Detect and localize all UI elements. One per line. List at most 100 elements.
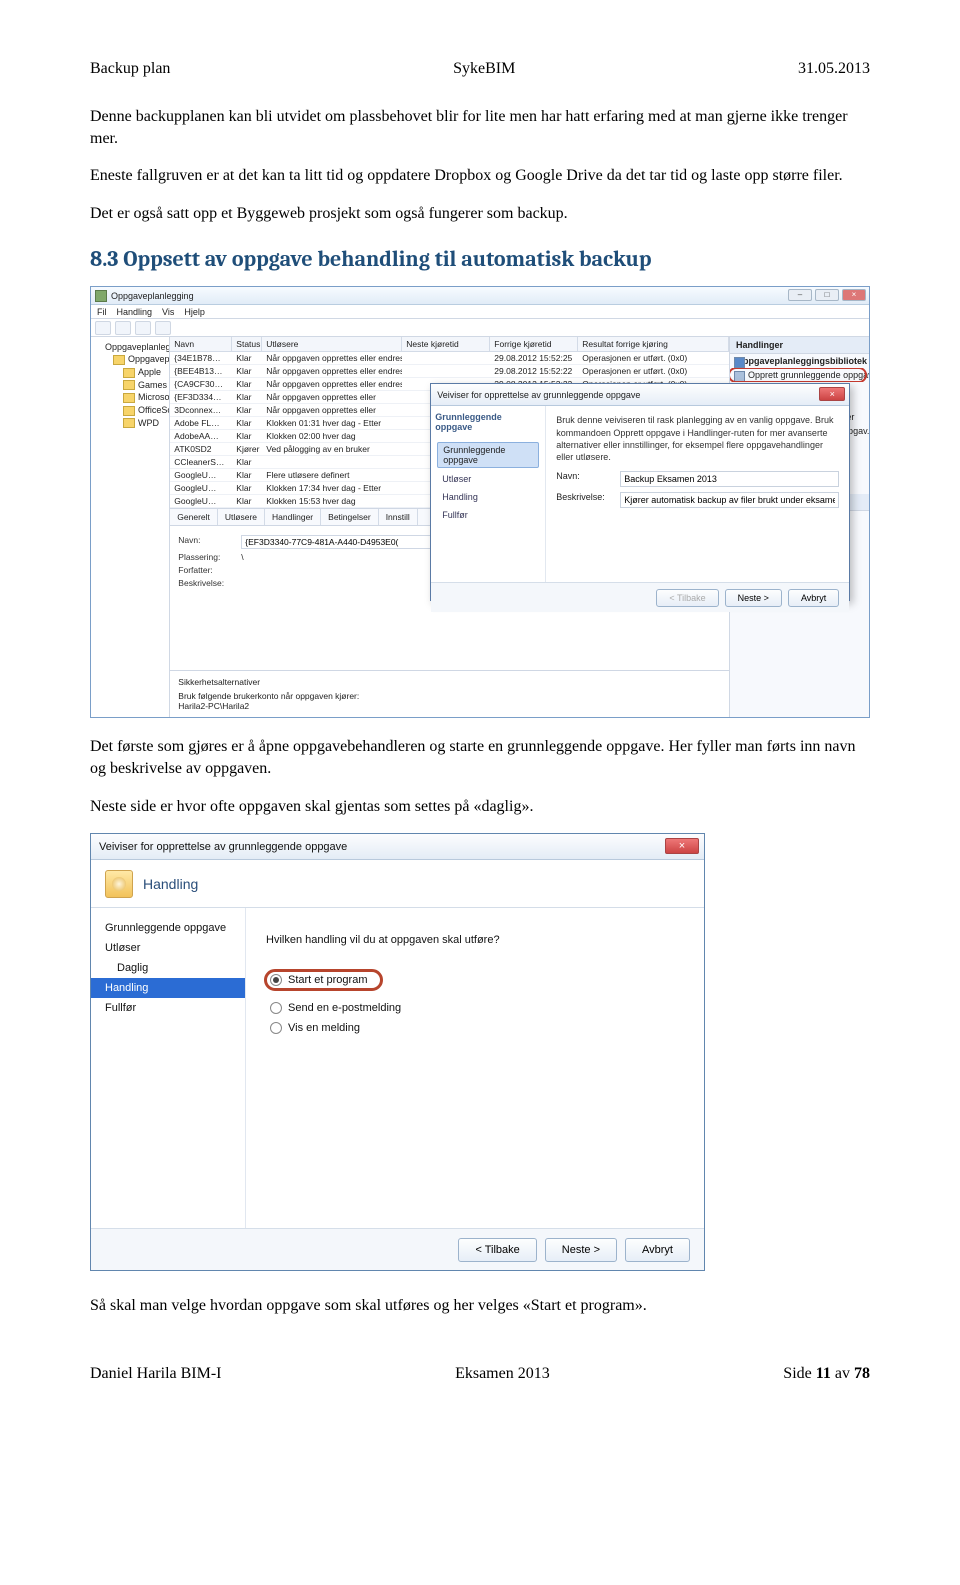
wizard2-title: Veiviser for opprettelse av grunnleggend… bbox=[99, 841, 347, 853]
cancel-button[interactable]: Avbryt bbox=[788, 589, 839, 607]
wizard2-main: Hvilken handling vil du at oppgaven skal… bbox=[246, 908, 704, 1228]
detail-desc-label: Beskrivelse: bbox=[178, 578, 233, 588]
wizard2-nav: Grunnleggende oppgave Utløser Daglig Han… bbox=[91, 908, 246, 1228]
actions-group: Oppgaveplanleggingsbibliotek bbox=[730, 354, 869, 368]
tab-triggers[interactable]: Utløsere bbox=[218, 509, 265, 525]
wizard-action-screenshot: Veiviser for opprettelse av grunnleggend… bbox=[90, 833, 705, 1271]
wizard-headline: Grunnleggende oppgave bbox=[435, 412, 539, 432]
center-pane: Navn Status Utløsere Neste kjøretid Forr… bbox=[170, 337, 729, 717]
back-button[interactable]: < Tilbake bbox=[458, 1238, 536, 1262]
radio-send-email[interactable]: Send en e-postmelding bbox=[270, 1002, 684, 1014]
col-next[interactable]: Neste kjøretid bbox=[402, 337, 490, 351]
next-button[interactable]: Neste > bbox=[725, 589, 782, 607]
toolbar-button[interactable] bbox=[155, 321, 171, 335]
radio-icon bbox=[270, 1002, 282, 1014]
toolbar bbox=[91, 319, 869, 337]
tree-folder[interactable]: Microsoft bbox=[95, 391, 165, 404]
wizard-step-trigger[interactable]: Utløser bbox=[437, 472, 539, 486]
menu-hjelp[interactable]: Hjelp bbox=[184, 307, 205, 317]
paragraph-2: Eneste fallgruven er at det kan ta litt … bbox=[90, 165, 870, 187]
wizard-desc-input[interactable] bbox=[620, 492, 839, 508]
tree-folder[interactable]: WPD bbox=[95, 417, 165, 430]
window-title: Oppgaveplanlegging bbox=[111, 291, 194, 301]
nav-back-icon[interactable] bbox=[95, 321, 111, 335]
page-header: Backup plan SykeBIM 31.05.2013 bbox=[90, 60, 870, 78]
radio-show-message[interactable]: Vis en melding bbox=[270, 1022, 684, 1034]
menu-vis[interactable]: Vis bbox=[162, 307, 174, 317]
col-result[interactable]: Resultat forrige kjøring bbox=[578, 337, 729, 351]
tab-actions[interactable]: Handlinger bbox=[265, 509, 321, 525]
tree-lib[interactable]: Oppgaveplanleggingst bbox=[95, 353, 165, 366]
sec-user: Harila2-PC\Harila2 bbox=[178, 701, 721, 711]
wiz2-step-basic[interactable]: Grunnleggende oppgave bbox=[91, 918, 245, 938]
paragraph-6: Så skal man velge hvordan oppgave som sk… bbox=[90, 1295, 870, 1317]
detail-author-label: Forfatter: bbox=[178, 565, 233, 575]
toolbar-button[interactable] bbox=[135, 321, 151, 335]
actions-head: Handlinger bbox=[730, 337, 869, 354]
wizard-name-input[interactable] bbox=[620, 471, 839, 487]
wizard2-buttons: < Tilbake Neste > Avbryt bbox=[91, 1228, 704, 1270]
wizard-desc-label: Beskrivelse: bbox=[556, 492, 614, 508]
back-button[interactable]: < Tilbake bbox=[656, 589, 718, 607]
wizard-step-finish[interactable]: Fullfør bbox=[437, 508, 539, 522]
sec-line: Bruk følgende brukerkonto når oppgaven k… bbox=[178, 691, 721, 701]
detail-loc-label: Plassering: bbox=[178, 552, 233, 562]
section-heading-83: 8.3 Oppsett av oppgave behandling til au… bbox=[90, 246, 870, 272]
wiz2-step-finish[interactable]: Fullfør bbox=[91, 998, 245, 1018]
close-icon[interactable]: × bbox=[665, 838, 699, 854]
table-row[interactable]: {BEE4B13…KlarNår oppgaven opprettes elle… bbox=[170, 365, 729, 378]
cancel-button[interactable]: Avbryt bbox=[625, 1238, 690, 1262]
tab-conditions[interactable]: Betingelser bbox=[321, 509, 379, 525]
tree-folder[interactable]: OfficeSoftwarePr bbox=[95, 404, 165, 417]
radio-label: Vis en melding bbox=[288, 1022, 360, 1034]
col-trigger[interactable]: Utløsere bbox=[262, 337, 402, 351]
wizard2-question: Hvilken handling vil du at oppgaven skal… bbox=[266, 934, 684, 946]
footer-center: Eksamen 2013 bbox=[455, 1365, 550, 1383]
table-row[interactable]: {34E1B78…KlarNår oppgaven opprettes elle… bbox=[170, 352, 729, 365]
tree-folder[interactable]: Apple bbox=[95, 366, 165, 379]
grid-header: Navn Status Utløsere Neste kjøretid Forr… bbox=[170, 337, 729, 352]
detail-name-label: Navn: bbox=[178, 535, 233, 549]
col-prev[interactable]: Forrige kjøretid bbox=[490, 337, 578, 351]
wizard-buttons: < Tilbake Neste > Avbryt bbox=[431, 582, 849, 612]
close-icon[interactable]: × bbox=[819, 387, 845, 401]
header-left: Backup plan bbox=[90, 60, 170, 78]
wizard-icon bbox=[105, 870, 133, 898]
menu-fil[interactable]: Fil bbox=[97, 307, 107, 317]
action-create-basic[interactable]: Opprett grunnleggende oppgave... bbox=[730, 368, 869, 382]
menu-bar: Fil Handling Vis Hjelp bbox=[91, 305, 869, 319]
page-footer: Daniel Harila BIM-I Eksamen 2013 Side 11… bbox=[90, 1365, 870, 1383]
tree-root[interactable]: Oppgaveplanlegging (l bbox=[95, 341, 165, 353]
wiz2-step-daily[interactable]: Daglig bbox=[91, 958, 245, 978]
header-center: SykeBIM bbox=[453, 60, 515, 78]
col-name[interactable]: Navn bbox=[170, 337, 232, 351]
wizard-dialog: Veiviser for opprettelse av grunnleggend… bbox=[430, 383, 850, 601]
close-button[interactable]: × bbox=[842, 289, 866, 301]
app-icon bbox=[95, 290, 107, 302]
task-scheduler-screenshot: Oppgaveplanlegging – □ × Fil Handling Vi… bbox=[90, 286, 870, 718]
wiz2-step-trigger[interactable]: Utløser bbox=[91, 938, 245, 958]
footer-right: Side 11 av 78 bbox=[783, 1365, 870, 1383]
tab-general[interactable]: Generelt bbox=[170, 509, 218, 525]
menu-handling[interactable]: Handling bbox=[117, 307, 153, 317]
next-button[interactable]: Neste > bbox=[545, 1238, 617, 1262]
wizard-step-action[interactable]: Handling bbox=[437, 490, 539, 504]
minimize-button[interactable]: – bbox=[788, 289, 812, 301]
wizard-main: Bruk denne veiviseren til rask planleggi… bbox=[546, 406, 849, 582]
paragraph-4: Det første som gjøres er å åpne oppgaveb… bbox=[90, 736, 870, 779]
wiz2-step-action[interactable]: Handling bbox=[91, 978, 245, 998]
paragraph-3: Det er også satt opp et Byggeweb prosjek… bbox=[90, 203, 870, 225]
maximize-button[interactable]: □ bbox=[815, 289, 839, 301]
wizard2-titlebar: Veiviser for opprettelse av grunnleggend… bbox=[91, 834, 704, 860]
tree-folder[interactable]: Games bbox=[95, 379, 165, 392]
sec-title: Sikkerhetsalternativer bbox=[178, 677, 721, 687]
tab-settings[interactable]: Innstill bbox=[379, 509, 418, 525]
security-options: Sikkerhetsalternativer Bruk følgende bru… bbox=[170, 670, 729, 717]
tree-pane[interactable]: Oppgaveplanlegging (l Oppgaveplanlegging… bbox=[91, 337, 170, 717]
wizard-desc: Bruk denne veiviseren til rask planleggi… bbox=[556, 414, 839, 463]
window-titlebar: Oppgaveplanlegging – □ × bbox=[91, 287, 869, 305]
nav-forward-icon[interactable] bbox=[115, 321, 131, 335]
radio-start-program[interactable]: Start et program bbox=[270, 974, 381, 986]
col-status[interactable]: Status bbox=[232, 337, 262, 351]
wizard-step-basic[interactable]: Grunnleggende oppgave bbox=[437, 442, 539, 468]
